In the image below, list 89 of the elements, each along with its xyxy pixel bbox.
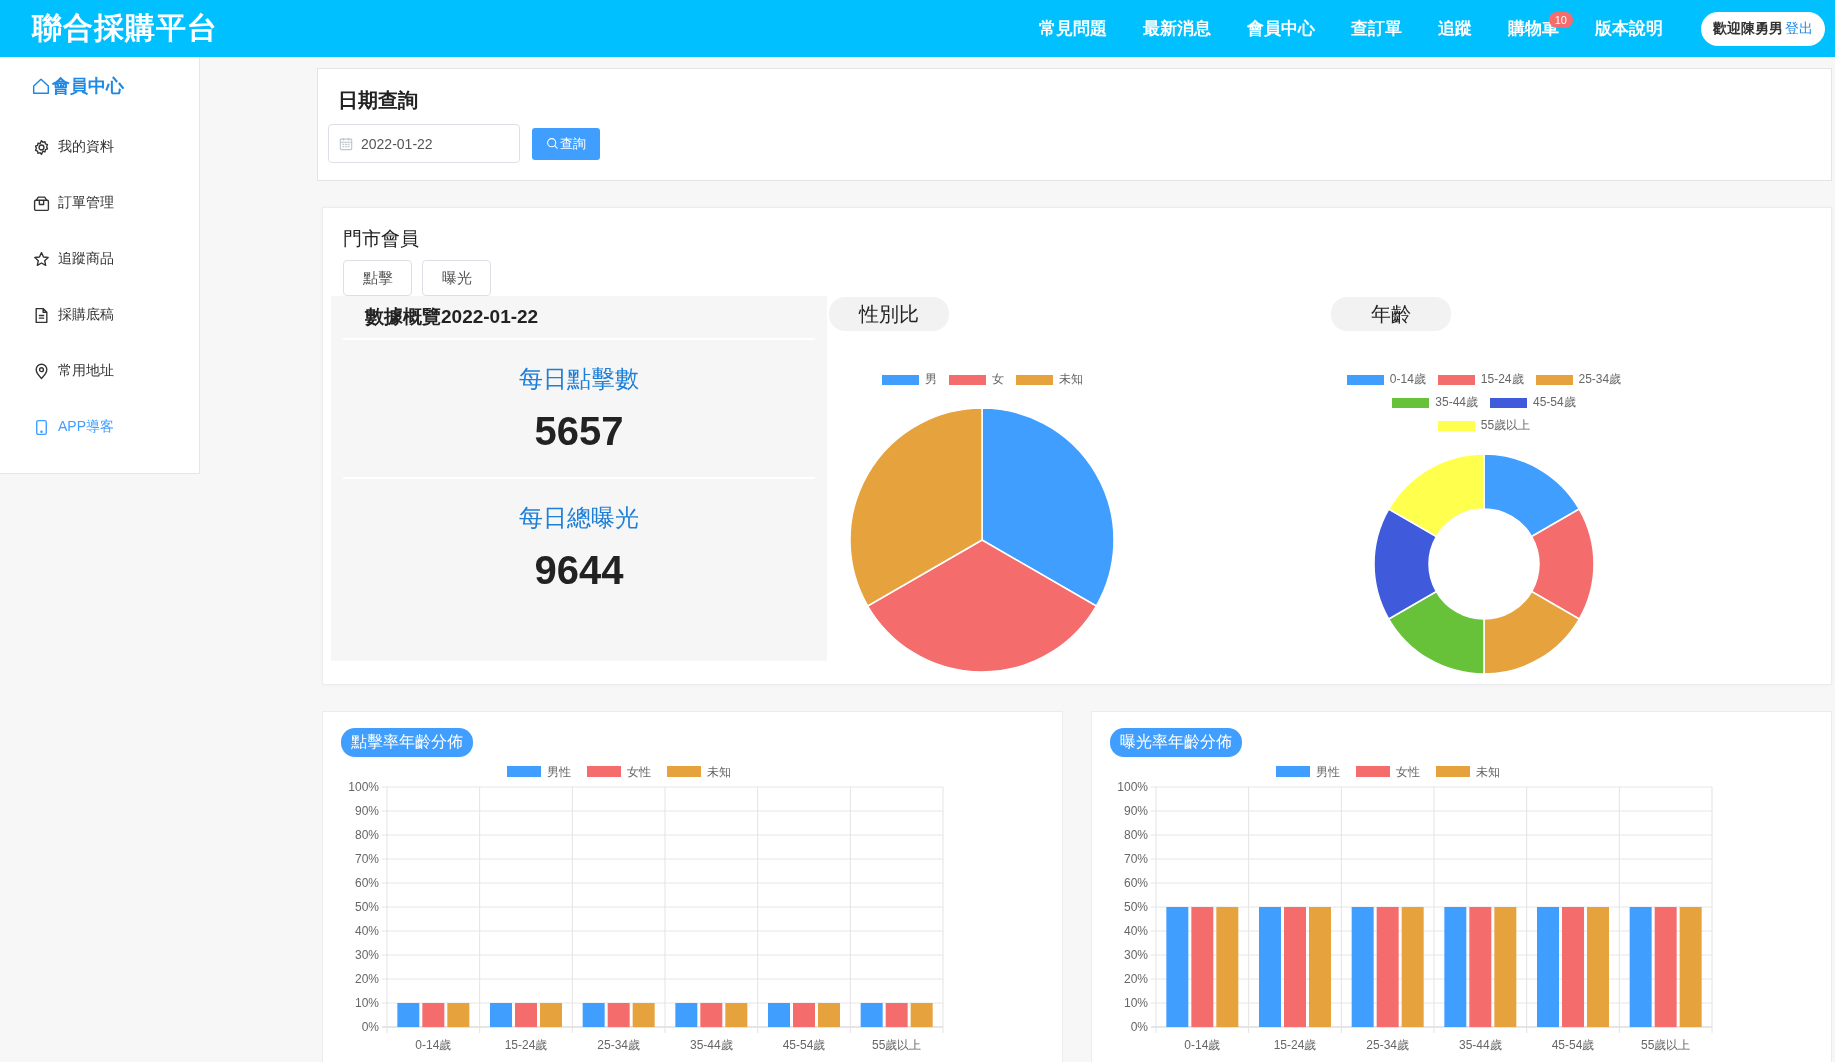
axis-tick-label: 0% — [1130, 1020, 1148, 1034]
axis-tick-label: 0% — [361, 1020, 379, 1034]
nav-link[interactable]: 常見問題 — [1021, 0, 1125, 57]
axis-category-label: 25-34歲 — [1366, 1038, 1409, 1052]
sidebar-item[interactable]: 我的資料 — [0, 119, 199, 175]
axis-category-label: 0-14歲 — [415, 1038, 452, 1052]
axis-category-label: 15-24歲 — [1273, 1038, 1317, 1052]
date-field[interactable]: 2022-01-22 — [328, 124, 520, 163]
card-title: 日期查詢 — [338, 88, 419, 113]
axis-category-label: 0-14歲 — [1184, 1038, 1221, 1052]
axis-tick-label: 30% — [354, 948, 379, 962]
calendar-icon — [339, 136, 353, 151]
legend-label: 女性 — [1396, 765, 1420, 779]
stat-label: 每日點擊數 — [519, 364, 639, 394]
site-title: 聯合採購平台 — [32, 10, 218, 46]
search-button[interactable]: 查詢 — [532, 127, 600, 160]
stat-value: 5657 — [534, 409, 624, 454]
sidebar-item[interactable]: 追蹤商品 — [0, 231, 199, 287]
gear-icon — [33, 138, 50, 156]
axis-tick-label: 10% — [1123, 996, 1148, 1010]
axis-tick-label: 80% — [354, 828, 379, 842]
axis-tick-label: 20% — [354, 972, 379, 986]
box-icon — [33, 194, 50, 212]
axis-tick-label: 20% — [1123, 972, 1148, 986]
welcome-text: 歡迎陳勇男 — [1713, 19, 1783, 38]
axis-tick-label: 90% — [1123, 804, 1148, 818]
legend-label: 35-44歲 — [1435, 394, 1478, 411]
stat-value: 9644 — [534, 548, 624, 593]
axis-tick-label: 30% — [1123, 948, 1148, 962]
axis-category-label: 45-54歲 — [782, 1038, 826, 1052]
axis-tick-label: 70% — [1123, 852, 1148, 866]
axis-tick-label: 100% — [348, 780, 379, 794]
legend-label: 25-34歲 — [1578, 371, 1622, 388]
legend-label: 0-14歲 — [1389, 371, 1426, 388]
legend-label: 男性 — [1316, 765, 1340, 779]
legend-label: 55歲以上 — [1480, 417, 1531, 434]
axis-tick-label: 100% — [1117, 780, 1148, 794]
star-icon — [33, 250, 50, 268]
nav-link[interactable]: 追蹤 — [1420, 0, 1490, 57]
axis-category-label: 35-44歲 — [690, 1038, 733, 1052]
legend-label: 男性 — [547, 765, 571, 779]
sidebar-item[interactable]: 採購底稿 — [0, 287, 199, 343]
legend-label: 未知 — [707, 765, 731, 779]
axis-tick-label: 50% — [1123, 900, 1148, 914]
axis-tick-label: 60% — [1123, 876, 1148, 890]
legend-label: 未知 — [1058, 371, 1083, 388]
chart-title: 性別比 — [829, 297, 949, 331]
sidebar-item[interactable]: 常用地址 — [0, 343, 199, 399]
search-icon — [546, 137, 559, 150]
phone-icon — [33, 418, 50, 436]
legend-label: 男 — [924, 371, 937, 388]
sidebar-item[interactable]: 訂單管理 — [0, 175, 199, 231]
chart-title: 點擊率年齡分佈 — [341, 728, 473, 757]
stat-label: 每日總曝光 — [519, 503, 639, 533]
document-icon — [33, 306, 50, 324]
chart-title: 年齡 — [1331, 297, 1451, 331]
axis-tick-label: 10% — [354, 996, 379, 1010]
home-icon — [32, 77, 50, 95]
axis-category-label: 15-24歲 — [504, 1038, 548, 1052]
legend-label: 45-54歲 — [1533, 394, 1576, 411]
axis-tick-label: 70% — [354, 852, 379, 866]
nav-link[interactable]: 版本說明 — [1577, 0, 1681, 57]
nav-link[interactable]: 查訂單 — [1333, 0, 1420, 57]
axis-category-label: 45-54歲 — [1551, 1038, 1595, 1052]
legend-label: 女 — [991, 371, 1004, 388]
axis-category-label: 25-34歲 — [597, 1038, 640, 1052]
nav-link[interactable]: 最新消息 — [1125, 0, 1229, 57]
axis-category-label: 55歲以上 — [872, 1038, 922, 1052]
axis-tick-label: 40% — [354, 924, 379, 938]
sidebar-heading[interactable]: 會員中心 — [32, 71, 199, 101]
section-title: 門市會員 — [343, 227, 420, 251]
chart-title: 曝光率年齡分佈 — [1110, 728, 1242, 757]
sidebar-item[interactable]: APP導客 — [0, 399, 199, 455]
tab-button[interactable]: 點擊 — [343, 260, 412, 296]
logout-link[interactable]: 登出 — [1785, 19, 1813, 38]
axis-category-label: 55歲以上 — [1641, 1038, 1691, 1052]
axis-tick-label: 50% — [354, 900, 379, 914]
nav-link[interactable]: 會員中心 — [1229, 0, 1333, 57]
axis-tick-label: 90% — [354, 804, 379, 818]
axis-tick-label: 60% — [354, 876, 379, 890]
legend-label: 未知 — [1476, 765, 1500, 779]
panel-title: 數據概覽2022-01-22 — [343, 296, 815, 340]
axis-tick-label: 80% — [1123, 828, 1148, 842]
legend-label: 15-24歲 — [1480, 371, 1524, 388]
tab-button[interactable]: 曝光 — [422, 260, 491, 296]
legend-label: 女性 — [627, 765, 651, 779]
axis-tick-label: 40% — [1123, 924, 1148, 938]
axis-category-label: 35-44歲 — [1459, 1038, 1502, 1052]
location-pin-icon — [33, 362, 50, 380]
